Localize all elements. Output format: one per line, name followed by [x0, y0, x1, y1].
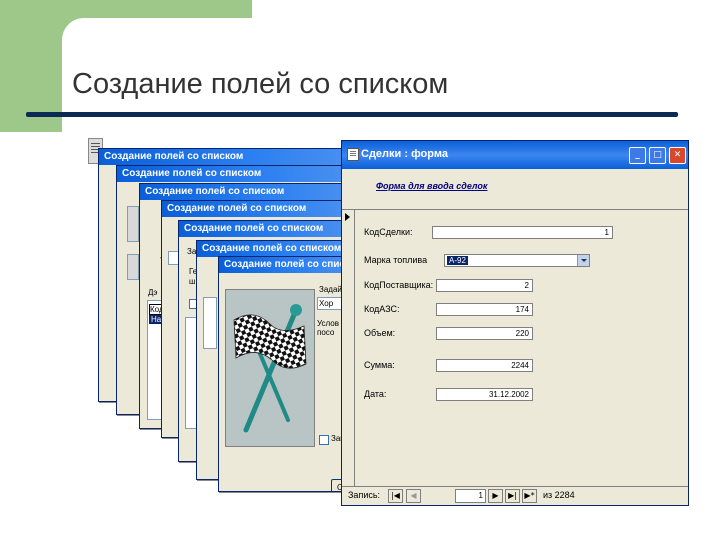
record-selector[interactable]: [342, 210, 355, 487]
new-record-button[interactable]: ▶*: [522, 489, 537, 503]
wizard-window-title: Создание полей со списком: [197, 241, 349, 257]
field-deal-id[interactable]: 1: [432, 226, 613, 239]
wizard-window-title: Создание полей со списком: [179, 221, 349, 237]
current-record-input[interactable]: 1: [455, 489, 486, 503]
wizard-panel: [203, 297, 217, 349]
field-label-station-id: КодАЗС:: [364, 304, 400, 314]
field-label-deal-id: КодСделки:: [364, 227, 413, 237]
field-label-fuel-brand: Марка топлива: [364, 255, 428, 265]
wizard-text-fragment: Дэ: [148, 288, 158, 297]
record-label: Запись:: [348, 490, 381, 500]
title-underline: [26, 112, 678, 117]
wizard-finish-image: [225, 289, 315, 447]
field-station-id[interactable]: 174: [436, 303, 533, 316]
next-record-button[interactable]: ▶: [488, 489, 503, 503]
record-count: из 2284: [543, 490, 575, 500]
form-title: Сделки : форма: [361, 148, 448, 160]
field-date[interactable]: 31.12.2002: [436, 388, 533, 401]
deals-form-window[interactable]: Сделки : форма _ □ ✕ Форма для ввода сде…: [341, 140, 689, 506]
wizard-body: Задай Хор Услов посо Зап С: [219, 273, 349, 491]
wizard-window-title: Создание полей со списком: [140, 184, 348, 200]
field-supplier-id[interactable]: 2: [436, 279, 533, 292]
slide-title: Создание полей со списком: [72, 68, 449, 100]
field-label-supplier-id: КодПоставщика:: [364, 280, 434, 290]
close-button[interactable]: ✕: [669, 147, 686, 164]
wizard-checkbox[interactable]: [319, 435, 329, 445]
chevron-down-icon[interactable]: [577, 255, 589, 266]
wizard-window-title: Создание полей со списком: [219, 257, 349, 273]
wizard-window-title: Создание полей со списком: [117, 166, 349, 182]
wizard-text-fragment: Хор: [319, 299, 334, 308]
wizard-panel: [127, 254, 139, 280]
wizard-window-title: Создание полей со списком: [162, 201, 348, 217]
wizard-text-fragment: посо: [317, 328, 335, 337]
field-label-amount: Сумма:: [364, 360, 395, 370]
form-icon[interactable]: [347, 148, 359, 161]
fuel-brand-selected: А-92: [447, 256, 468, 265]
field-fuel-brand-combo[interactable]: А-92: [444, 254, 590, 267]
wizard-text-fragment: За: [187, 247, 197, 256]
wizard-text-fragment: ш: [189, 277, 196, 286]
field-amount[interactable]: 2244: [436, 359, 533, 372]
field-volume[interactable]: 220: [436, 327, 533, 340]
wizard-window-title: Создание полей со списком: [99, 149, 351, 165]
current-record-arrow-icon: [345, 213, 350, 221]
form-titlebar[interactable]: Сделки : форма _ □ ✕: [342, 141, 688, 169]
minimize-button[interactable]: _: [629, 147, 646, 164]
maximize-button[interactable]: □: [649, 147, 666, 164]
field-label-date: Дата:: [364, 389, 387, 399]
previous-record-button[interactable]: ◀: [406, 489, 421, 503]
field-label-volume: Объем:: [364, 328, 396, 338]
wizard-window-7[interactable]: Создание полей со списком Задай Хор Усло…: [218, 256, 350, 492]
form-section-divider: [342, 209, 688, 210]
checkered-flag-icon: [233, 304, 307, 433]
record-navigation-bar: Запись: |◀ ◀ 1 ▶ ▶| ▶* из 2284: [342, 486, 688, 505]
last-record-button[interactable]: ▶|: [505, 489, 520, 503]
wizard-text-fragment: Задай: [319, 285, 342, 294]
wizard-panel: [127, 206, 139, 242]
form-header-label: Форма для ввода сделок: [376, 181, 488, 191]
wizard-text-fragment: Услов: [317, 319, 340, 328]
first-record-button[interactable]: |◀: [388, 489, 403, 503]
